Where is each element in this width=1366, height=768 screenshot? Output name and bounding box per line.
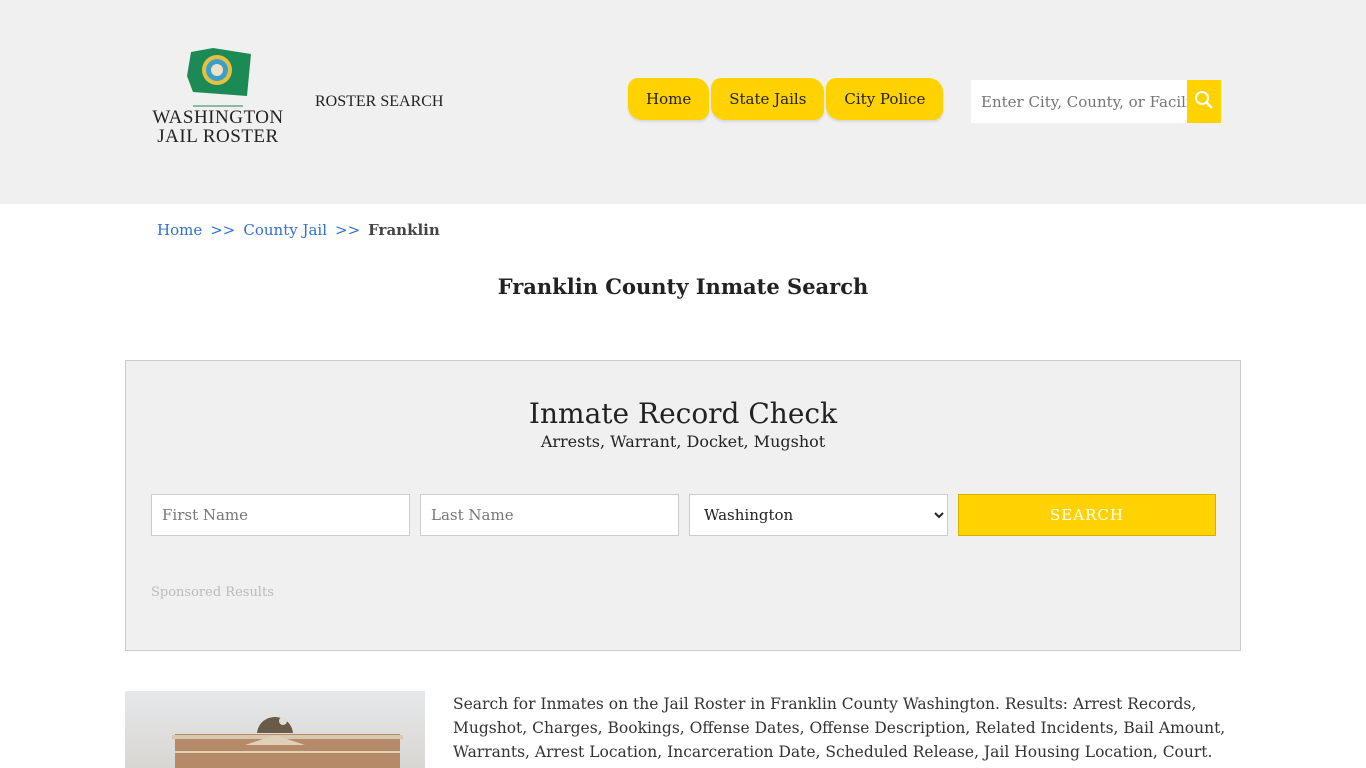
state-select[interactable]: Washington bbox=[689, 494, 948, 536]
sponsored-label: Sponsored Results bbox=[151, 585, 274, 600]
roster-search-label: ROSTER SEARCH bbox=[315, 93, 444, 110]
search-icon bbox=[1195, 91, 1213, 109]
breadcrumb-home[interactable]: Home bbox=[157, 221, 202, 239]
breadcrumb-current: Franklin bbox=[368, 221, 440, 239]
search-button[interactable] bbox=[1187, 80, 1221, 123]
nav-state-jails[interactable]: State Jails bbox=[711, 78, 825, 120]
inmate-search-form: Inmate Record Check Arrests, Warrant, Do… bbox=[125, 360, 1241, 651]
main-nav: Home State Jails City Police bbox=[628, 78, 945, 120]
nav-home[interactable]: Home bbox=[628, 78, 710, 120]
washington-flag-icon bbox=[187, 48, 251, 107]
breadcrumb-separator: >> bbox=[335, 221, 361, 239]
county-description: Search for Inmates on the Jail Roster in… bbox=[453, 695, 1226, 761]
nav-city-police[interactable]: City Police bbox=[826, 78, 944, 120]
breadcrumb: Home >> County Jail >> Franklin bbox=[157, 221, 440, 239]
page-title: Franklin County Inmate Search bbox=[497, 274, 869, 299]
form-subtitle: Arrests, Warrant, Docket, Mugshot bbox=[540, 432, 826, 451]
last-name-input[interactable] bbox=[420, 494, 679, 536]
site-search bbox=[971, 80, 1221, 123]
site-logo[interactable]: WASHINGTON JAIL ROSTER bbox=[148, 46, 288, 146]
site-search-input[interactable] bbox=[971, 80, 1187, 123]
logo-text: WASHINGTON bbox=[152, 107, 284, 128]
site-header: WASHINGTON JAIL ROSTER ROSTER SEARCH Hom… bbox=[0, 0, 1366, 204]
breadcrumb-county-jail[interactable]: County Jail bbox=[243, 221, 327, 239]
breadcrumb-separator: >> bbox=[210, 221, 236, 239]
first-name-input[interactable] bbox=[151, 494, 410, 536]
submit-search-button[interactable]: SEARCH bbox=[958, 494, 1216, 536]
courthouse-image bbox=[125, 691, 425, 768]
form-title: Inmate Record Check bbox=[528, 397, 838, 430]
logo-text: JAIL ROSTER bbox=[157, 126, 279, 147]
